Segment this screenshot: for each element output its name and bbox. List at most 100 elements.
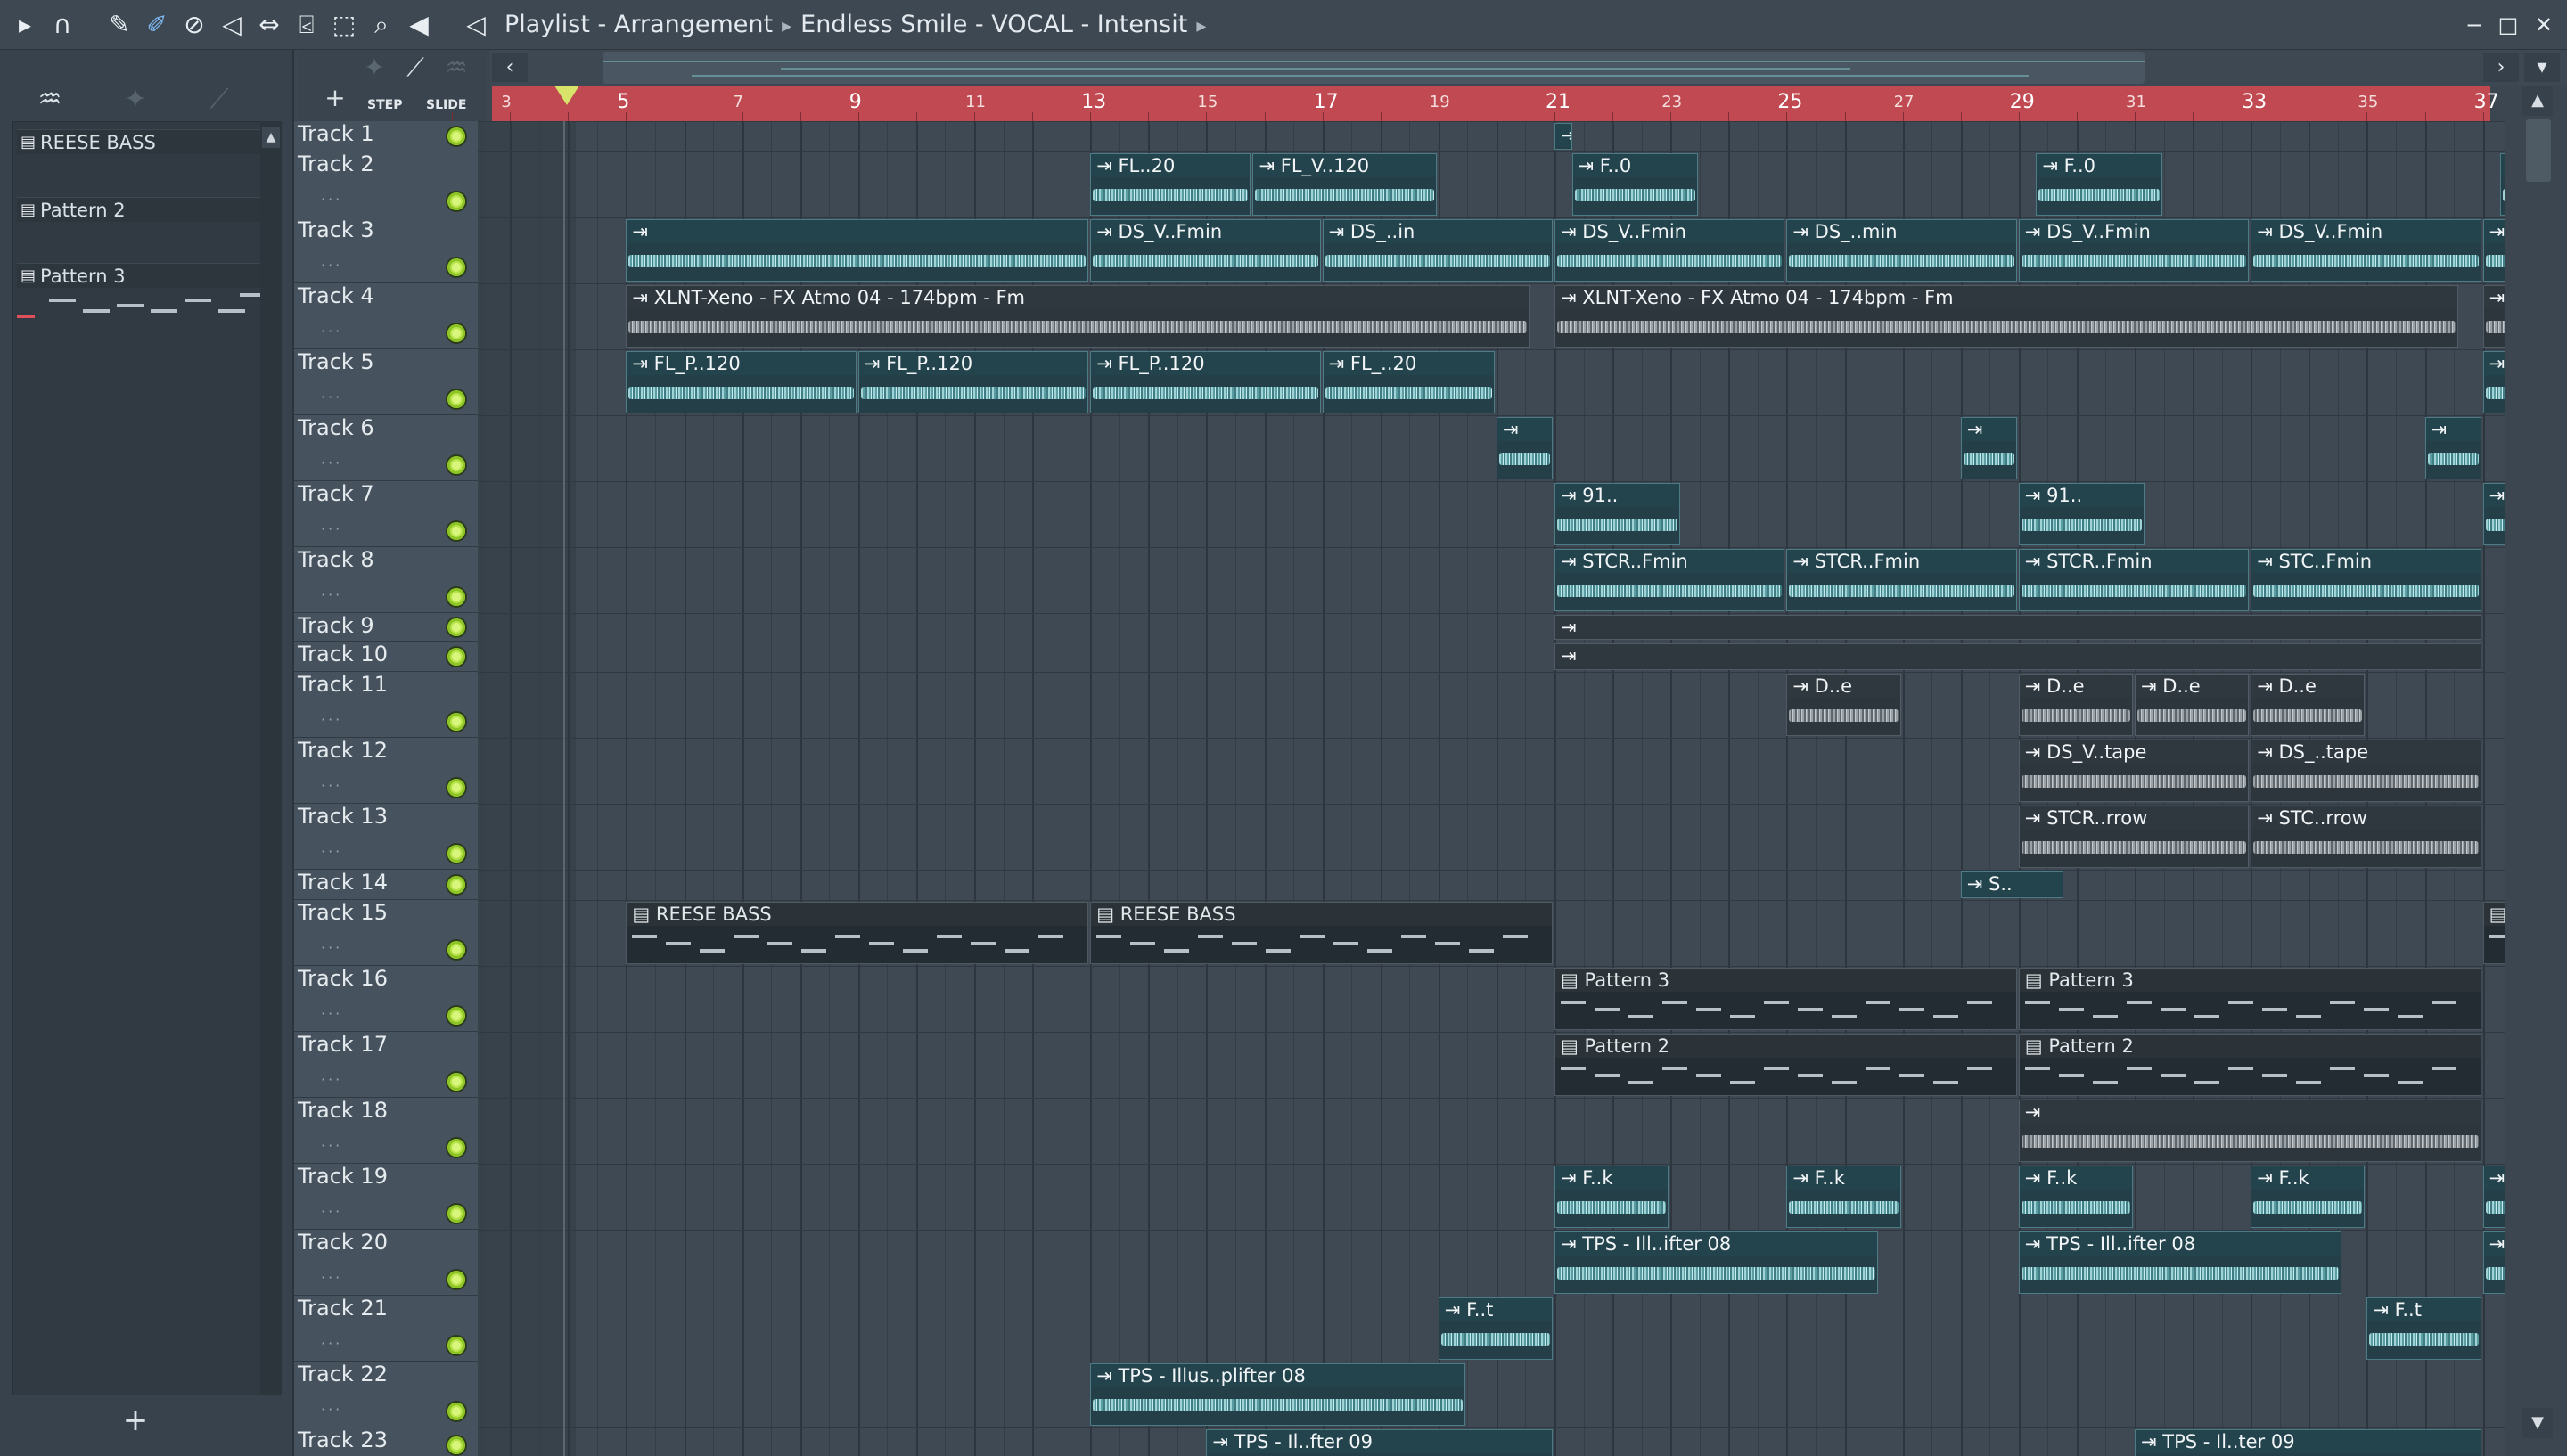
audio-clip[interactable]: ⇥ STCR..Fmin	[1786, 549, 2017, 611]
pattern-clip[interactable]: ▤ Pattern 2	[1554, 1034, 2017, 1096]
track-name[interactable]: Track 23	[298, 1427, 388, 1452]
pattern-clip[interactable]: ▤ REESE BASS	[626, 902, 1089, 964]
track-name[interactable]: Track 2	[298, 151, 374, 176]
track-header-3[interactable]: Track 3 ···	[294, 217, 478, 283]
track-mute-led[interactable]	[447, 1007, 465, 1025]
track-header-2[interactable]: Track 2 ···	[294, 151, 478, 217]
track-mute-led[interactable]	[447, 1271, 465, 1288]
audio-clip[interactable]: ⇥ STCR..Fmin	[2018, 549, 2250, 611]
audio-clip[interactable]: ⇥ TPS - Ill..ifter 08	[1554, 1231, 1878, 1294]
track-header-23[interactable]: Track 23	[294, 1427, 478, 1456]
curve-tool-icon[interactable]: ⟋	[399, 53, 431, 82]
audio-clip[interactable]: ⇥ STC..Fmin	[2251, 549, 2481, 611]
select-icon[interactable]: ⬚	[328, 9, 360, 41]
minimize-button[interactable]: −	[2458, 9, 2490, 41]
track-name[interactable]: Track 22	[298, 1362, 388, 1386]
audio-clip[interactable]: ⇥ FL_P..120	[2482, 351, 2505, 413]
audio-clip[interactable]: ⇥ TPS - Ill..ifter 08	[2018, 1231, 2342, 1294]
track-mute-led[interactable]	[447, 1337, 465, 1354]
audio-clip[interactable]: ⇥ TPS - Illus..plifter 08	[1090, 1363, 1466, 1426]
track-mute-led[interactable]	[447, 713, 465, 731]
track-name[interactable]: Track 18	[298, 1098, 388, 1123]
audio-clip[interactable]: ⇥ 91..	[2018, 483, 2145, 545]
audio-clip[interactable]: ⇥ 91..	[2482, 483, 2505, 545]
slice-icon[interactable]: ⍃	[291, 9, 323, 41]
track-mute-led[interactable]	[447, 618, 465, 636]
audio-clip[interactable]: ⇥ TPS - Ill..ifter 08	[2482, 1231, 2505, 1294]
audio-clip[interactable]: ⇥	[2482, 219, 2505, 282]
track-header-16[interactable]: Track 16 ···	[294, 966, 478, 1032]
audio-clip[interactable]: ⇥ 91..	[1554, 483, 1681, 545]
track-name[interactable]: Track 19	[298, 1164, 388, 1189]
slide-mode-label[interactable]: SLIDE	[426, 98, 466, 112]
audio-clip[interactable]: ⇥ XLNT-Xeno - FX Atmo 04 - 174bpm - Fm	[1554, 285, 2458, 348]
scroll-left-button[interactable]: ‹	[492, 53, 528, 82]
track-mute-led[interactable]	[447, 845, 465, 863]
add-track-button[interactable]: +	[319, 84, 351, 112]
audio-clip[interactable]: ⇥ F..0	[2036, 153, 2162, 216]
delete-icon[interactable]: ⊘	[178, 9, 210, 41]
audio-clip[interactable]: ⇥ STCR..rrow	[2018, 806, 2250, 868]
track-name[interactable]: Track 1	[298, 121, 374, 146]
vertical-scrollbar[interactable]: ▲ ▼	[2505, 86, 2567, 1456]
track-name[interactable]: Track 20	[298, 1230, 388, 1255]
maximize-button[interactable]: □	[2492, 9, 2524, 41]
track-name[interactable]: Track 16	[298, 966, 388, 991]
audio-clip[interactable]: ⇥ DS_V..Fmin	[1554, 219, 1785, 282]
audio-clip[interactable]: ⇥ FL..20	[1090, 153, 1251, 216]
track-name[interactable]: Track 5	[298, 349, 374, 374]
audio-clip[interactable]: ⇥	[2018, 1100, 2481, 1162]
audio-clip[interactable]: ⇥ FL_P..120	[857, 351, 1089, 413]
track-mute-led[interactable]	[447, 588, 465, 606]
audio-clip[interactable]: ⇥ TPS - Il..ter 09	[2135, 1429, 2481, 1456]
audio-clip[interactable]: ⇥ FL_..20	[1322, 351, 1495, 413]
audio-clip[interactable]: ⇥ DS_V..Fmin	[1090, 219, 1321, 282]
audio-clip[interactable]: ⇥ DS_V..Fmin	[2251, 219, 2481, 282]
track-mute-led[interactable]	[447, 1436, 465, 1454]
track-header-5[interactable]: Track 5 ···	[294, 349, 478, 415]
track-header-10[interactable]: Track 10	[294, 642, 478, 672]
zoom-icon[interactable]: ⌕	[365, 9, 398, 41]
picker-item-reese-bass[interactable]: ▤ REESE BASS	[17, 129, 270, 154]
track-name[interactable]: Track 15	[298, 900, 388, 925]
scroll-down-icon[interactable]: ▼	[2522, 1408, 2553, 1438]
pattern-clip[interactable]: ▤ Pattern 2	[2018, 1034, 2481, 1096]
picker-item-pattern-2[interactable]: ▤ Pattern 2	[17, 197, 270, 222]
audio-clip[interactable]: ⇥	[1960, 417, 2017, 479]
track-name[interactable]: Track 13	[298, 804, 388, 829]
track-header-13[interactable]: Track 13 ···	[294, 804, 478, 870]
audio-clip[interactable]: ⇥ F..t	[1438, 1297, 1553, 1360]
slip-icon[interactable]: ⇔	[253, 9, 285, 41]
track-name[interactable]: Track 3	[298, 217, 374, 242]
piano-roll-icon[interactable]: ♒	[32, 82, 68, 118]
track-header-18[interactable]: Track 18 ···	[294, 1098, 478, 1164]
audio-clip[interactable]: ⇥ F..k	[1786, 1166, 1901, 1228]
track-header-20[interactable]: Track 20 ···	[294, 1230, 478, 1296]
track-header-12[interactable]: Track 12 ···	[294, 738, 478, 804]
play-arrow-icon[interactable]: ▸	[9, 9, 41, 41]
track-header-6[interactable]: Track 6 ···	[294, 415, 478, 481]
track-name[interactable]: Track 21	[298, 1296, 388, 1321]
pencil-icon[interactable]: ✎	[103, 9, 135, 41]
picker-item-pattern-3[interactable]: ▤ Pattern 3	[17, 263, 270, 288]
track-mute-led[interactable]	[447, 779, 465, 797]
track-name[interactable]: Track 17	[298, 1032, 388, 1057]
audio-clip[interactable]: ⇥	[626, 219, 1089, 282]
audio-clip[interactable]: ⇥	[1554, 643, 2481, 670]
scroll-thumb[interactable]	[2526, 119, 2551, 182]
track-header-8[interactable]: Track 8 ···	[294, 547, 478, 613]
track-header-11[interactable]: Track 11 ···	[294, 672, 478, 738]
audio-clip[interactable]: ⇥ F..k	[2251, 1166, 2366, 1228]
track-mute-led[interactable]	[447, 1073, 465, 1091]
audio-clip[interactable]: ⇥ D..e	[2251, 674, 2366, 736]
audio-clip[interactable]: ⇥ F..t	[2366, 1297, 2481, 1360]
track-mute-led[interactable]	[447, 127, 465, 145]
track-header-17[interactable]: Track 17 ···	[294, 1032, 478, 1098]
track-name[interactable]: Track 7	[298, 481, 374, 506]
track-name[interactable]: Track 12	[298, 738, 388, 763]
audio-clip[interactable]: ⇥ F..0	[1571, 153, 1698, 216]
track-name[interactable]: Track 10	[298, 642, 388, 667]
audio-clip[interactable]: ⇥	[1496, 417, 1553, 479]
track-mute-led[interactable]	[447, 258, 465, 276]
audio-clip[interactable]: ⇥ STC..rrow	[2251, 806, 2481, 868]
